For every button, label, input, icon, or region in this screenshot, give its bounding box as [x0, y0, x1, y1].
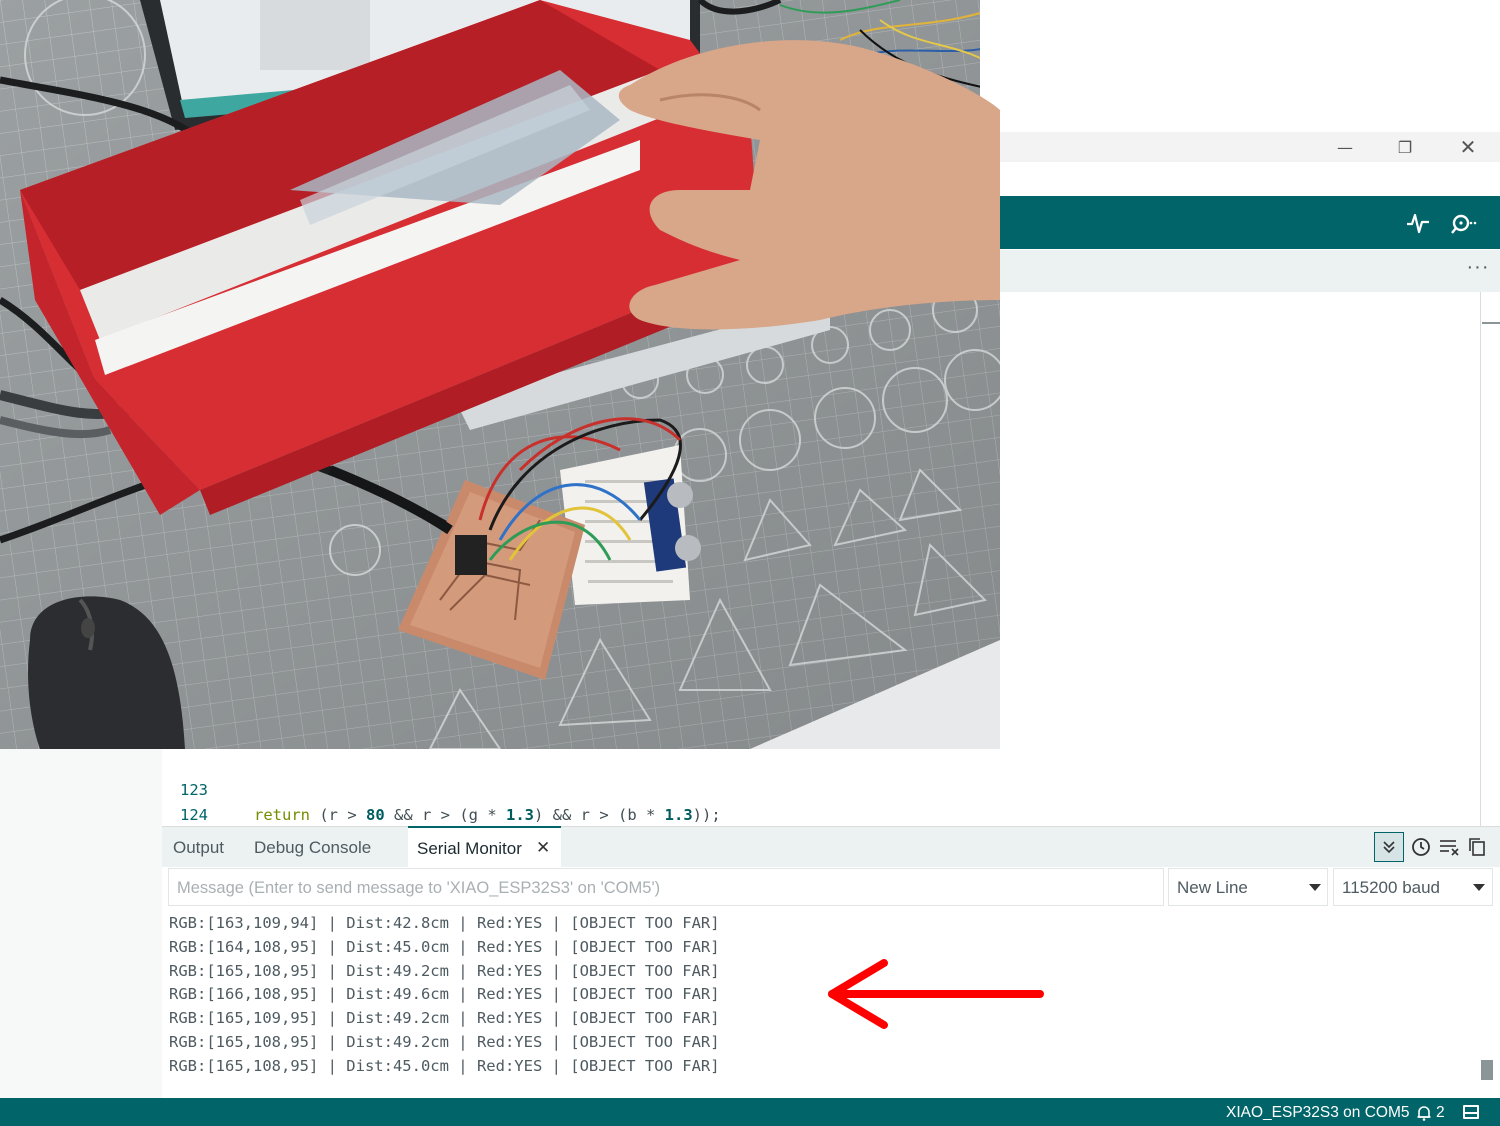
minimize-button[interactable]: — [1325, 134, 1365, 160]
red-arrow-annotation [828, 959, 1044, 1029]
line-ending-select[interactable]: New Line [1168, 868, 1328, 906]
code-line: 124 } [162, 778, 1462, 849]
serial-line: RGB:[163,109,94] | Dist:42.8cm | Red:YES… [169, 914, 720, 932]
minimize-icon: — [1337, 137, 1353, 157]
serial-plotter-icon [1407, 213, 1429, 234]
tab-output[interactable]: Output [173, 835, 224, 861]
editor-scroll-marker [1482, 322, 1500, 324]
message-input[interactable]: Message (Enter to send message to 'XIAO_… [168, 868, 1164, 906]
maximize-button[interactable]: ❐ [1385, 134, 1425, 160]
copy-icon [1469, 838, 1485, 856]
serial-line: RGB:[164,108,95] | Dist:45.0cm | Red:YES… [169, 937, 720, 956]
close-window-button[interactable]: ✕ [1448, 134, 1488, 160]
serial-monitor-icon [1451, 214, 1477, 234]
clear-output-icon [1440, 840, 1459, 856]
serial-output: RGB:[163,109,94] | Dist:42.8cm | Red:YES… [169, 912, 1469, 1079]
output-scrollbar-thumb[interactable] [1481, 1060, 1493, 1080]
serial-line: RGB:[166,108,95] | Dist:49.6cm | Red:YES… [169, 985, 720, 1004]
desk-photo [0, 0, 1000, 749]
clock-icon [1412, 838, 1430, 856]
close-tab-icon[interactable]: ✕ [536, 838, 550, 858]
code-line: 125 [162, 803, 1462, 849]
double-chevron-down-icon [1383, 841, 1395, 854]
editor-scrollbar[interactable] [1480, 292, 1481, 828]
more-actions-icon[interactable]: ··· [1462, 256, 1494, 280]
board-status[interactable]: XIAO_ESP32S3 on COM5 [1226, 1102, 1410, 1124]
clear-output-button[interactable] [1435, 832, 1465, 862]
serial-line: RGB:[165,108,95] | Dist:45.0cm | Red:YES… [169, 1056, 720, 1075]
code-line: 123 return (r > 80 && r > (g * 1.3) && r… [162, 753, 1462, 824]
desk-photo-drawing [0, 0, 1000, 749]
timestamp-button[interactable] [1406, 832, 1436, 862]
tab-debug-console[interactable]: Debug Console [254, 835, 371, 861]
serial-line: RGB:[165,109,95] | Dist:49.2cm | Red:YES… [169, 1009, 720, 1028]
close-icon: ✕ [1459, 135, 1477, 159]
baud-rate-select[interactable]: 115200 baud [1333, 868, 1493, 906]
serial-plotter-button[interactable] [1403, 208, 1433, 238]
serial-monitor-button[interactable] [1448, 208, 1478, 238]
autoscroll-button[interactable] [1374, 832, 1404, 862]
chevron-down-icon [1309, 884, 1321, 891]
serial-line: RGB:[165,108,95] | Dist:49.2cm | Red:YES… [169, 961, 720, 980]
serial-line: RGB:[165,108,95] | Dist:49.2cm | Red:YES… [169, 1032, 720, 1051]
copy-output-button[interactable] [1462, 832, 1492, 862]
chevron-down-icon [1473, 884, 1485, 891]
notifications-button[interactable]: 2 [1416, 1102, 1445, 1124]
maximize-icon: ❐ [1397, 137, 1413, 157]
toggle-panel-icon[interactable] [1463, 1105, 1479, 1119]
bell-icon [1417, 1106, 1431, 1121]
notification-count: 2 [1436, 1104, 1445, 1121]
code-editor[interactable]: 123 return (r > 80 && r > (g * 1.3) && r… [162, 750, 1480, 849]
